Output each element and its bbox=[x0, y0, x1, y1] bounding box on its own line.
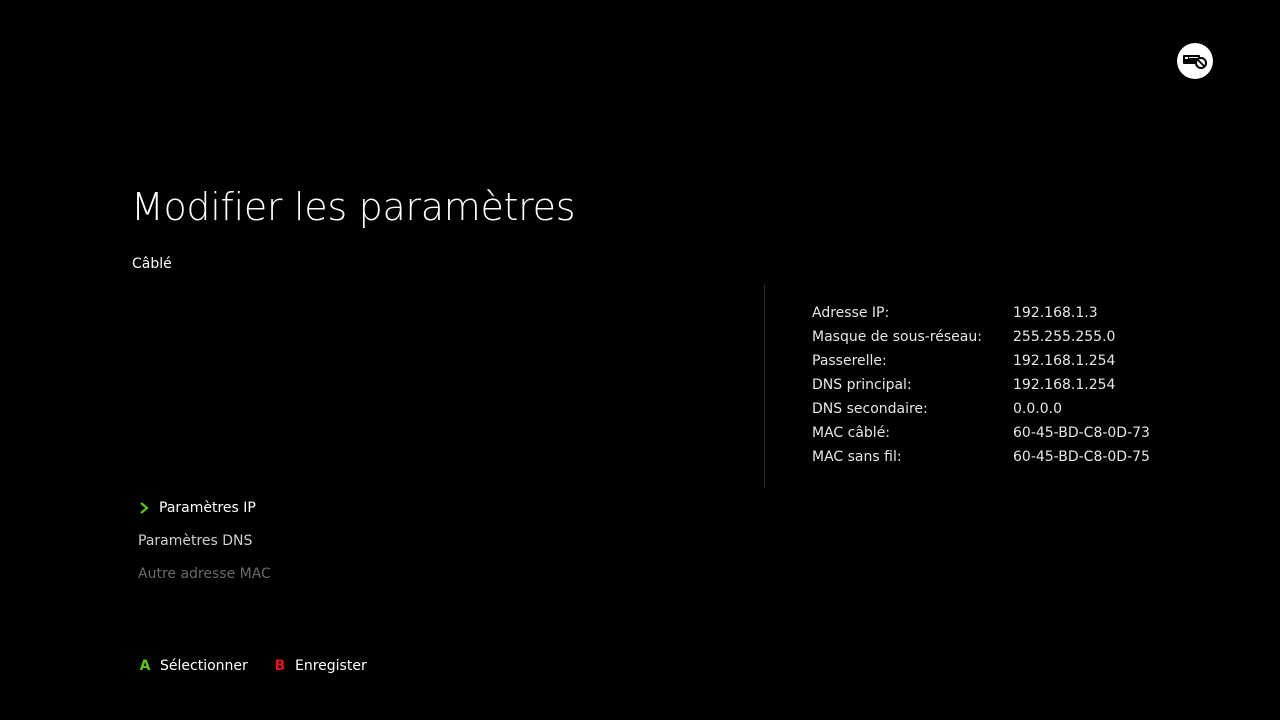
page-title: Modifier les paramètres bbox=[131, 185, 576, 229]
a-button-icon: A bbox=[139, 658, 151, 674]
menu-item-label: Autre adresse MAC bbox=[138, 566, 271, 582]
info-value: 192.168.1.254 bbox=[1013, 377, 1116, 393]
connection-type-label: Câblé bbox=[132, 256, 172, 272]
menu-item-label: Paramètres DNS bbox=[138, 533, 253, 549]
info-value: 255.255.255.0 bbox=[1013, 329, 1116, 345]
info-row-subnet-mask: Masque de sous-réseau: 255.255.255.0 bbox=[812, 326, 1212, 350]
info-label: Masque de sous-réseau: bbox=[812, 329, 982, 345]
info-row-wired-mac: MAC câblé: 60-45-BD-C8-0D-73 bbox=[812, 422, 1212, 446]
chevron-right-icon bbox=[140, 502, 149, 514]
info-value: 60-45-BD-C8-0D-75 bbox=[1013, 449, 1150, 465]
info-value: 192.168.1.3 bbox=[1013, 305, 1098, 321]
info-value: 0.0.0.0 bbox=[1013, 401, 1062, 417]
network-info-panel: Adresse IP: 192.168.1.3 Masque de sous-r… bbox=[812, 302, 1212, 470]
save-label: Enregister bbox=[295, 658, 367, 674]
info-value: 60-45-BD-C8-0D-73 bbox=[1013, 425, 1150, 441]
info-row-primary-dns: DNS principal: 192.168.1.254 bbox=[812, 374, 1212, 398]
select-label: Sélectionner bbox=[160, 658, 248, 674]
info-row-ip-address: Adresse IP: 192.168.1.3 bbox=[812, 302, 1212, 326]
network-settings-screen: Modifier les paramètres Câblé Adresse IP… bbox=[0, 0, 1280, 720]
menu-item-label: Paramètres IP bbox=[159, 500, 256, 516]
info-label: Adresse IP: bbox=[812, 305, 890, 321]
info-label: DNS principal: bbox=[812, 377, 912, 393]
info-row-secondary-dns: DNS secondaire: 0.0.0.0 bbox=[812, 398, 1212, 422]
b-button-icon: B bbox=[274, 658, 286, 674]
save-hint[interactable]: B Enregister bbox=[272, 654, 367, 678]
info-row-gateway: Passerelle: 192.168.1.254 bbox=[812, 350, 1212, 374]
info-value: 192.168.1.254 bbox=[1013, 353, 1116, 369]
vertical-divider bbox=[764, 284, 765, 488]
info-row-wireless-mac: MAC sans fil: 60-45-BD-C8-0D-75 bbox=[812, 446, 1212, 470]
select-hint[interactable]: A Sélectionner bbox=[137, 654, 248, 678]
info-label: Passerelle: bbox=[812, 353, 887, 369]
network-disconnected-icon bbox=[1177, 43, 1213, 79]
info-label: DNS secondaire: bbox=[812, 401, 928, 417]
info-label: MAC câblé: bbox=[812, 425, 891, 441]
info-label: MAC sans fil: bbox=[812, 449, 902, 465]
